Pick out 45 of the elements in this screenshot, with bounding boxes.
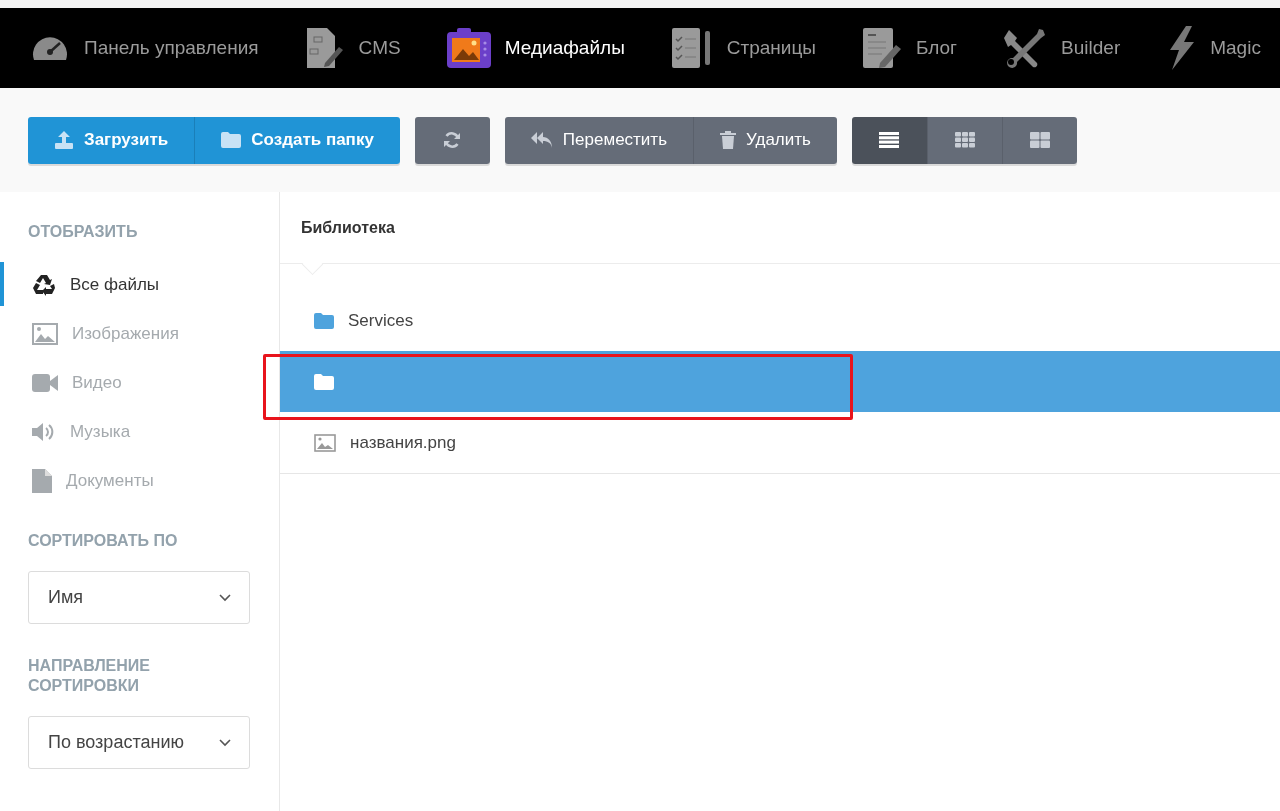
upload-icon: [54, 130, 74, 150]
folder-icon: [221, 132, 242, 148]
nav-link[interactable]: Медиафайлы: [446, 28, 625, 68]
file-row[interactable]: Services: [280, 290, 1280, 351]
wrench-screwdriver-icon: [1003, 26, 1048, 70]
nav-link[interactable]: Страницы: [670, 27, 816, 69]
document-pencil-icon: [304, 27, 345, 69]
chevron-down-icon: [219, 738, 231, 747]
nav-link[interactable]: Magic: [1166, 26, 1261, 70]
icon-button[interactable]: [414, 116, 490, 164]
trash-icon: [720, 131, 736, 149]
camera-picture-icon: [446, 28, 491, 68]
toolbar-button[interactable]: Переместить: [504, 116, 693, 164]
document-pencil-icon: [862, 27, 902, 69]
nav-link[interactable]: Блог: [862, 27, 958, 69]
toolbar-button[interactable]: Удалить: [693, 116, 837, 164]
icon-button[interactable]: [926, 116, 1002, 164]
folder-icon: [314, 312, 334, 329]
image-icon: [32, 322, 58, 345]
grid-view-icon: [954, 132, 975, 148]
nav-link[interactable]: Панель управления: [30, 30, 259, 66]
nav-link[interactable]: CMS: [304, 27, 401, 69]
section-heading: ОТОБРАЗИТЬ: [28, 222, 139, 242]
section-heading: НАПРАВЛЕНИЕ СОРТИРОВКИ: [28, 656, 151, 696]
document-icon: [32, 468, 52, 493]
reply-all-icon: [530, 131, 553, 149]
section-heading: СОРТИРОВАТЬ ПО: [28, 531, 179, 551]
icon-button[interactable]: [851, 116, 927, 164]
breadcrumb: Библиотека: [301, 218, 395, 237]
chevron-down-icon: [219, 593, 231, 602]
sort-dropdown[interactable]: Имя: [28, 571, 250, 624]
tiles-view-icon: [1029, 132, 1050, 148]
speaker-icon: [32, 421, 56, 442]
nav-link[interactable]: Builder: [1003, 26, 1121, 70]
recycle-icon: [32, 273, 56, 296]
folder-icon: [314, 373, 334, 390]
sort-direction-dropdown[interactable]: По возрастанию: [28, 716, 250, 769]
list-view-icon: [879, 132, 900, 148]
file-row[interactable]: названия.png: [280, 412, 1280, 473]
image-icon: [314, 433, 336, 452]
checklist-icon: [670, 27, 713, 69]
video-camera-icon: [32, 373, 58, 392]
icon-button[interactable]: [1001, 116, 1077, 164]
refresh-icon: [443, 131, 462, 149]
filter-item[interactable]: Все файлы: [0, 260, 279, 309]
